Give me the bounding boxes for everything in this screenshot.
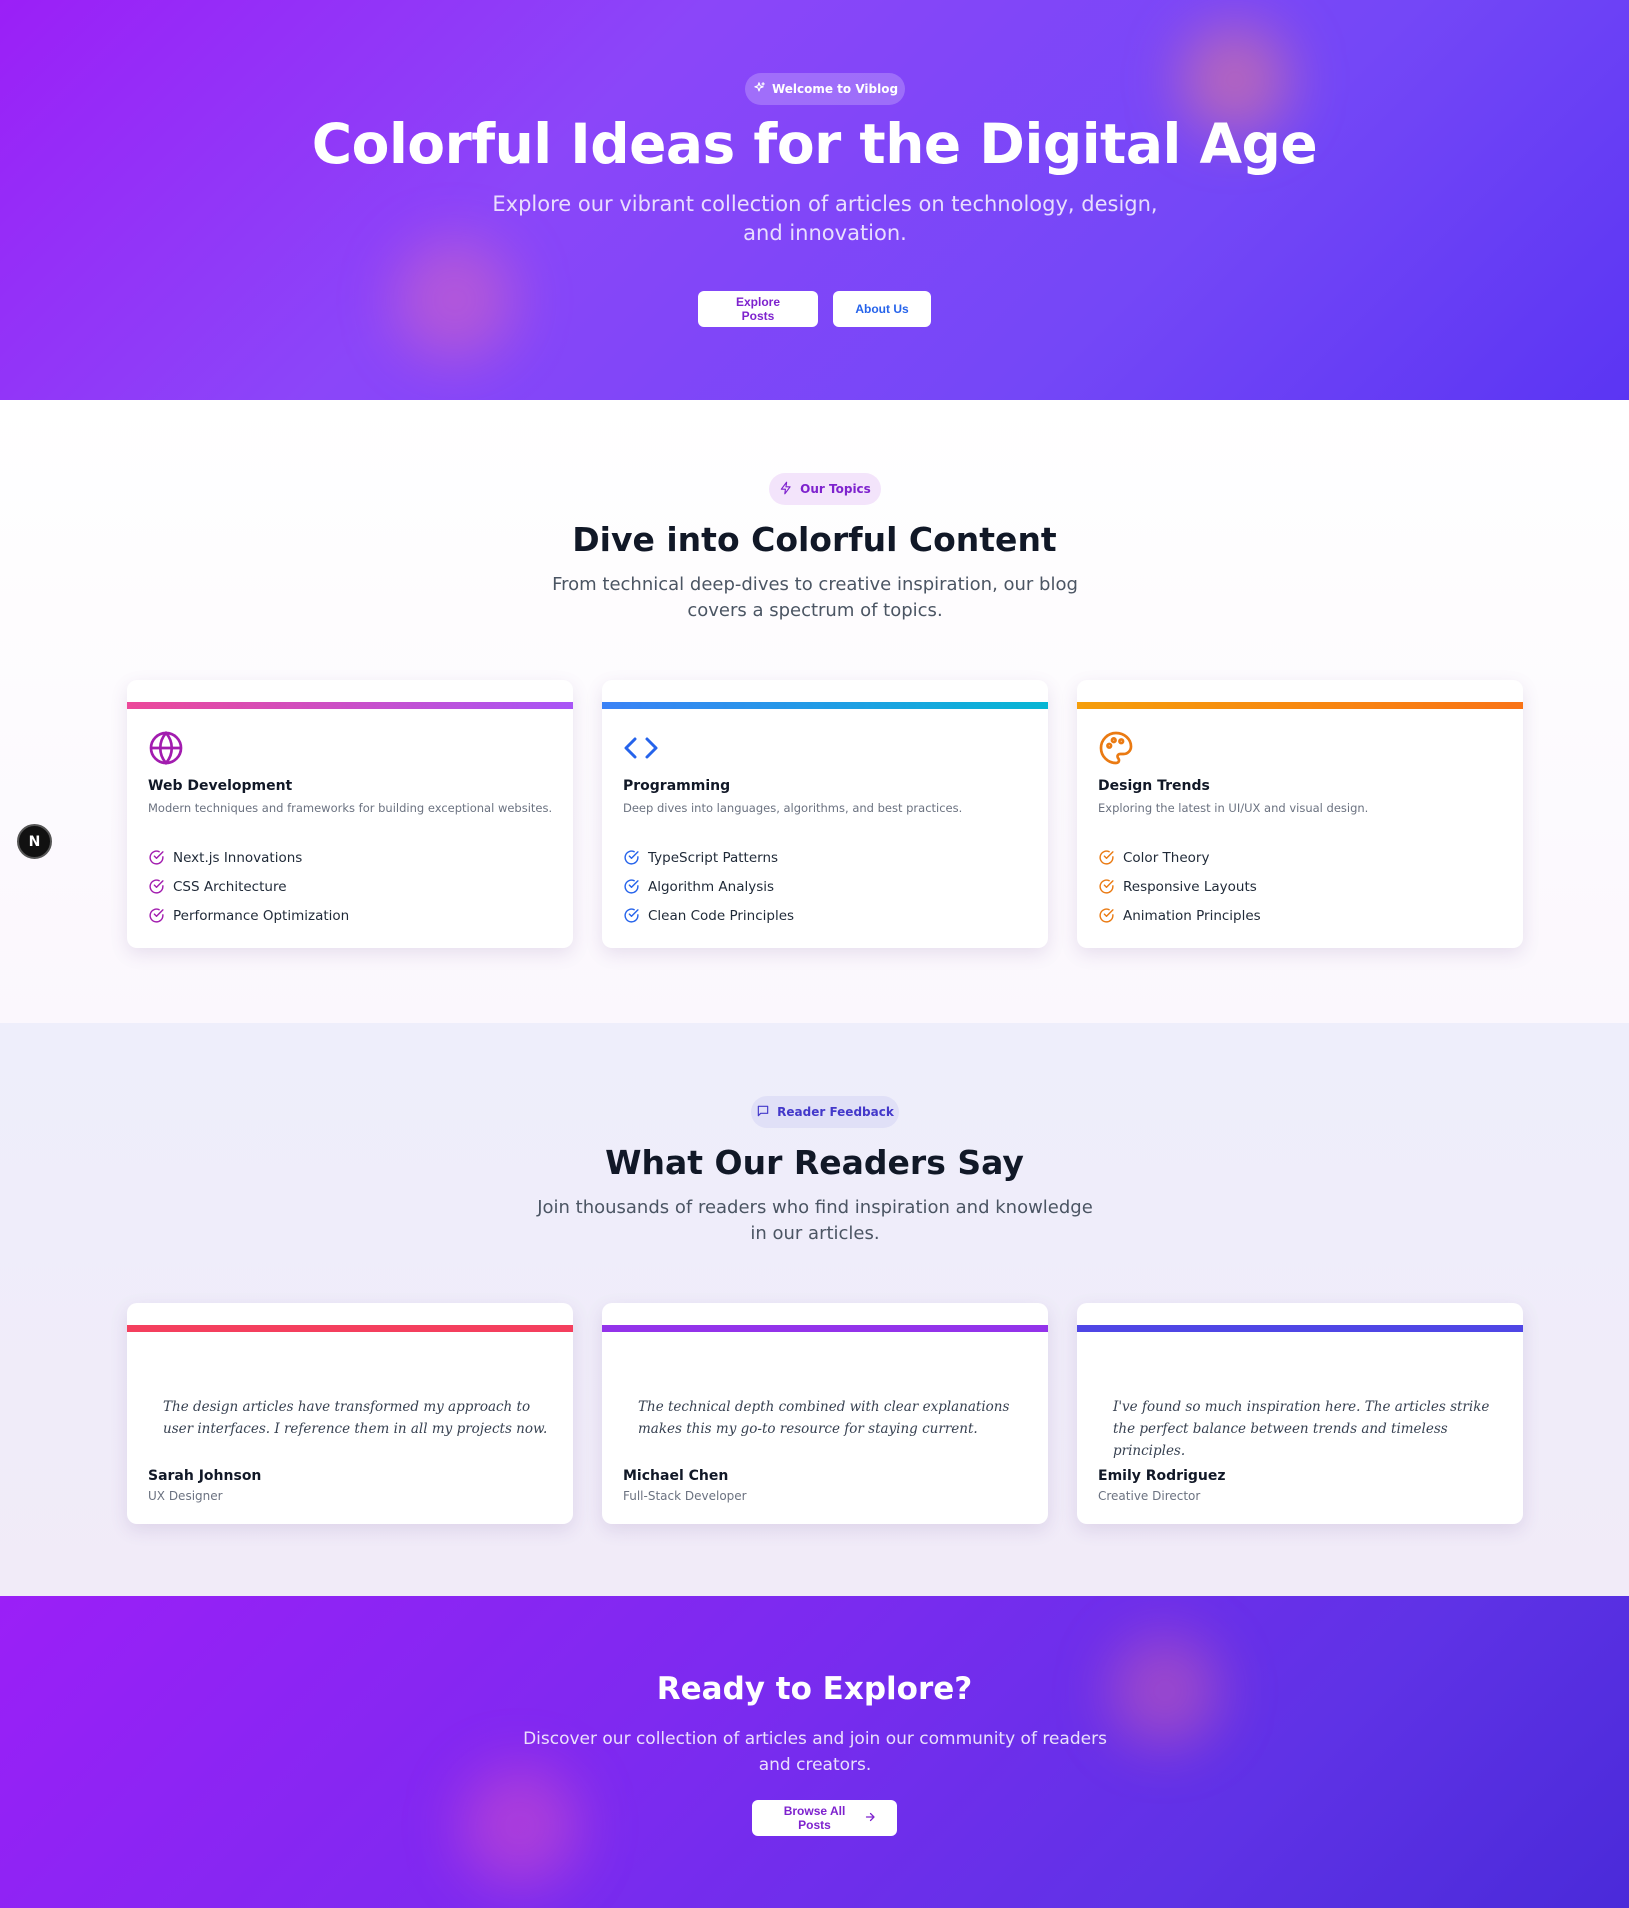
card-description: Modern techniques and frameworks for bui… [148,801,553,815]
list-item: Next.js Innovations [148,843,349,872]
testimonial-card: The technical depth combined with clear … [602,1303,1048,1524]
sparkles-icon [752,81,766,98]
lightning-icon [779,481,793,498]
browse-button-label: Browse All Posts [783,1804,846,1832]
check-circle-icon [624,879,639,894]
card-accent-bar [127,1325,573,1332]
testimonial-author: Emily Rodriguez [1098,1468,1226,1484]
hero-buttons: Explore Posts About Us [0,291,1629,327]
cta-title: Ready to Explore? [656,1671,973,1707]
testimonial-quote: The design articles have transformed my … [163,1399,548,1437]
testimonials-subtitle: Join thousands of readers who find inspi… [537,1197,1093,1244]
topics-badge-label: Our Topics [800,482,871,496]
check-circle-icon [1099,850,1114,865]
list-item-label: Algorithm Analysis [648,878,775,895]
dev-badge-label: N [28,833,41,850]
topics-title: Dive into Colorful Content [572,520,1057,559]
card-title: Design Trends [1098,778,1210,794]
card-accent-bar [602,1325,1048,1332]
testimonials-section: Reader Feedback What Our Readers Say Joi… [0,1023,1629,1596]
list-item-label: Color Theory [1123,849,1210,866]
list-item: Performance Optimization [148,901,349,930]
list-item: Animation Principles [1098,901,1261,930]
card-title: Programming [623,778,731,794]
cta-section: Ready to Explore? Discover our collectio… [0,1596,1629,1908]
card-description: Deep dives into languages, algorithms, a… [623,801,963,815]
check-circle-icon [1099,879,1114,894]
check-circle-icon [149,879,164,894]
list-item: Color Theory [1098,843,1261,872]
card-topic-list: Color Theory Responsive Layouts Animatio… [1098,843,1261,930]
code-icon [623,730,659,766]
decorative-glow [460,1766,580,1886]
list-item-label: CSS Architecture [173,878,287,895]
topics-subtitle: From technical deep-dives to creative in… [552,574,1078,621]
globe-icon [148,730,184,766]
testimonial-quote: The technical depth combined with clear … [638,1399,1010,1437]
testimonial-role: Full-Stack Developer [623,1489,747,1503]
arrow-right-icon [864,1811,876,1826]
testimonial-role: Creative Director [1098,1489,1201,1503]
list-item: Clean Code Principles [623,901,794,930]
reader-feedback-label: Reader Feedback [777,1105,894,1119]
list-item: CSS Architecture [148,872,349,901]
testimonial-quote: I've found so much inspiration here. The… [1113,1399,1490,1459]
card-description: Exploring the latest in UI/UX and visual… [1098,801,1369,815]
card-topic-list: TypeScript Patterns Algorithm Analysis C… [623,843,794,930]
list-item-label: Performance Optimization [173,907,350,924]
list-item: TypeScript Patterns [623,843,794,872]
testimonial-role: UX Designer [148,1489,223,1503]
list-item-label: Animation Principles [1123,907,1261,924]
card-topic-list: Next.js Innovations CSS Architecture Per… [148,843,349,930]
list-item-label: Clean Code Principles [648,907,795,924]
palette-icon [1098,730,1134,766]
check-circle-icon [624,908,639,923]
message-icon [756,1104,770,1121]
testimonial-author: Sarah Johnson [148,1468,262,1484]
list-item: Responsive Layouts [1098,872,1261,901]
card-accent-bar [1077,1325,1523,1332]
cta-subtitle: Discover our collection of articles and … [523,1729,1107,1775]
list-item-label: TypeScript Patterns [648,849,779,866]
hero-title: Colorful Ideas for the Digital Age [311,112,1318,176]
browse-all-posts-button[interactable]: Browse All Posts [752,1800,897,1836]
hero-section: Welcome to Viblog Colorful Ideas for the… [0,0,1629,400]
testimonial-author: Michael Chen [623,1468,729,1484]
topics-badge: Our Topics [769,473,881,505]
card-accent-bar [602,702,1048,709]
topics-section: Our Topics Dive into Colorful Content Fr… [0,400,1629,1023]
testimonial-card: I've found so much inspiration here. The… [1077,1303,1523,1524]
topic-card-design-trends[interactable]: Design Trends Exploring the latest in UI… [1077,680,1523,948]
check-circle-icon [624,850,639,865]
check-circle-icon [149,908,164,923]
check-circle-icon [1099,908,1114,923]
hero-subtitle: Explore our vibrant collection of articl… [492,192,1158,245]
topic-card-web-development[interactable]: Web Development Modern techniques and fr… [127,680,573,948]
list-item: Algorithm Analysis [623,872,794,901]
reader-feedback-badge: Reader Feedback [751,1096,899,1128]
card-accent-bar [127,702,573,709]
welcome-badge: Welcome to Viblog [745,73,905,105]
card-accent-bar [1077,702,1523,709]
explore-posts-button[interactable]: Explore Posts [698,291,818,327]
card-title: Web Development [148,778,293,794]
welcome-badge-label: Welcome to Viblog [771,82,899,96]
nextjs-icon[interactable]: N [17,824,52,859]
topic-card-programming[interactable]: Programming Deep dives into languages, a… [602,680,1048,948]
list-item-label: Responsive Layouts [1123,878,1257,895]
testimonials-title: What Our Readers Say [605,1143,1024,1182]
about-us-button[interactable]: About Us [833,291,931,327]
list-item-label: Next.js Innovations [173,849,303,866]
testimonial-card: The design articles have transformed my … [127,1303,573,1524]
check-circle-icon [149,850,164,865]
